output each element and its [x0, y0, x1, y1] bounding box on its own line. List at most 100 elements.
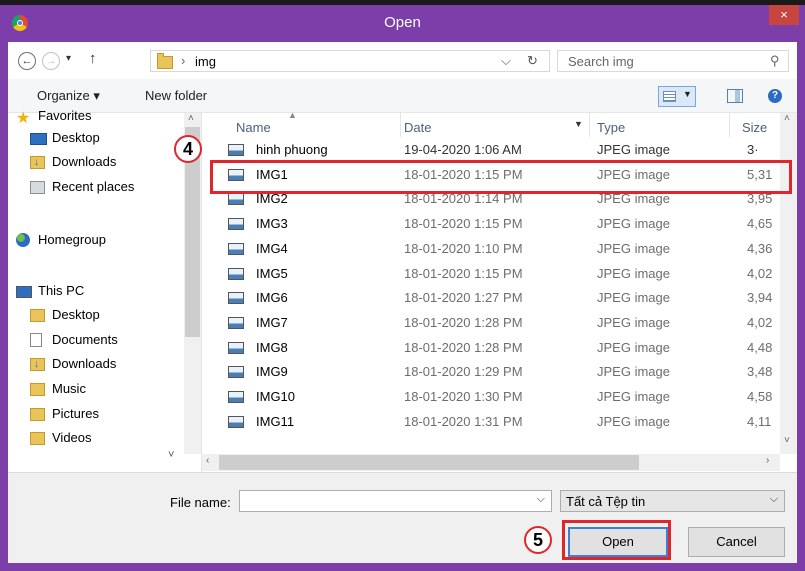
recent-places-icon — [30, 180, 45, 200]
image-file-icon — [228, 366, 244, 379]
homegroup-icon — [16, 233, 30, 253]
file-size: 4,02 — [747, 265, 773, 281]
file-type: JPEG image — [597, 339, 670, 355]
file-size: 4,11 — [747, 413, 772, 429]
search-box[interactable]: Search img ⚲ — [557, 50, 789, 72]
file-size: 4,65 — [747, 216, 773, 232]
sidebar-item-label: Videos — [52, 430, 92, 445]
sort-up-icon: ▲ — [288, 110, 297, 120]
sidebar-item-label: Downloads — [52, 356, 117, 371]
table-row[interactable]: IMG11 18-01-2020 1:31 PM JPEG image 4,11 — [202, 409, 780, 434]
file-size: 4,02 — [747, 314, 773, 330]
up-button[interactable]: ↑ — [89, 50, 97, 67]
file-type: JPEG image — [597, 265, 670, 281]
image-file-icon — [228, 316, 244, 329]
address-dropdown-icon[interactable]: ⌵ — [501, 53, 511, 69]
downloads-icon: ↓ — [30, 357, 45, 377]
file-type: JPEG image — [597, 389, 670, 404]
image-file-icon — [228, 193, 244, 206]
column-size[interactable]: Size — [742, 120, 767, 135]
chevron-down-icon: ▼ — [683, 89, 692, 99]
file-date: 18-01-2020 1:28 PM — [404, 339, 523, 355]
file-type-filter[interactable]: Tất cả Tệp tin ⌵ — [560, 490, 785, 512]
table-row[interactable]: IMG9 18-01-2020 1:29 PM JPEG image 3,48 — [202, 359, 780, 384]
file-list-horizontal-scrollbar[interactable]: ‹ › — [202, 454, 780, 471]
forward-button[interactable]: → — [42, 52, 60, 70]
file-size: 4,48 — [747, 339, 773, 355]
column-date[interactable]: Date — [404, 120, 431, 135]
path-folder-img[interactable]: img — [195, 54, 216, 69]
chevron-down-icon[interactable]: ⌵ — [537, 493, 545, 506]
table-row[interactable]: IMG7 18-01-2020 1:28 PM JPEG image 4,02 — [202, 310, 780, 335]
file-type: JPEG image — [597, 290, 670, 306]
pictures-icon — [30, 407, 45, 427]
file-type: JPEG image — [597, 314, 670, 330]
image-file-icon — [228, 144, 244, 156]
bottom-panel: File name: ⌵ Tất cả Tệp tin ⌵ Open Cance… — [8, 472, 797, 563]
window-title: Open — [384, 14, 421, 31]
table-row[interactable]: IMG5 18-01-2020 1:15 PM JPEG image 4,02 — [202, 261, 780, 286]
file-date: 18-01-2020 1:30 PM — [404, 389, 523, 404]
file-name: IMG8 — [256, 339, 288, 355]
open-dialog: Open × ← → ▾ ↑ › img ⌵ ↻ Search img ⚲ Or… — [0, 5, 805, 571]
table-row[interactable]: IMG8 18-01-2020 1:28 PM JPEG image 4,48 — [202, 335, 780, 360]
file-name: hinh phuong — [256, 142, 328, 157]
recent-locations-button[interactable]: ▾ — [66, 53, 71, 64]
image-file-icon — [228, 391, 244, 403]
organize-menu[interactable]: Organize ▾ — [37, 88, 100, 104]
folder-icon — [157, 53, 173, 69]
table-row[interactable]: hinh phuong 19-04-2020 1:06 AM JPEG image 3… — [202, 137, 780, 162]
scrollbar-thumb[interactable] — [219, 455, 639, 470]
address-row: ← → ▾ ↑ › img ⌵ ↻ Search img ⚲ — [8, 42, 797, 79]
file-name: IMG6 — [256, 290, 288, 306]
step-4-badge: 4 — [174, 135, 202, 163]
view-options-button[interactable]: ▼ — [658, 86, 696, 107]
file-name-label: File name: — [170, 495, 231, 510]
table-row[interactable]: IMG6 18-01-2020 1:27 PM JPEG image 3,94 — [202, 285, 780, 310]
column-type[interactable]: Type — [597, 120, 625, 135]
file-name: IMG3 — [256, 216, 288, 232]
image-file-icon — [228, 267, 244, 280]
chevron-down-icon[interactable]: ˅ — [168, 449, 174, 461]
column-name[interactable]: Name — [236, 120, 271, 135]
star-icon: ★ — [16, 110, 31, 127]
column-filter-icon[interactable]: ▼ — [574, 119, 583, 129]
path-separator: › — [181, 53, 186, 68]
sidebar-item-label: Recent places — [52, 179, 135, 194]
file-date: 18-01-2020 1:29 PM — [404, 364, 523, 380]
cancel-button[interactable]: Cancel — [688, 527, 785, 557]
address-bar[interactable]: › img ⌵ ↻ — [150, 50, 550, 72]
refresh-icon[interactable]: ↻ — [527, 53, 538, 69]
sidebar-item-label: This PC — [38, 283, 85, 298]
search-input[interactable]: Search img — [568, 54, 634, 69]
highlight-open-button — [562, 520, 671, 560]
music-icon — [30, 382, 45, 402]
file-name: IMG11 — [256, 413, 295, 429]
navigation-scrollbar[interactable]: ˄ — [184, 113, 201, 454]
sidebar-item-label: Pictures — [52, 406, 99, 421]
table-row[interactable]: IMG3 18-01-2020 1:15 PM JPEG image 4,65 — [202, 211, 780, 236]
new-folder-button[interactable]: New folder — [145, 88, 207, 103]
preview-pane-icon[interactable] — [727, 89, 743, 103]
file-name: IMG9 — [256, 364, 288, 380]
file-date: 18-01-2020 1:27 PM — [404, 290, 523, 306]
videos-icon — [30, 431, 45, 451]
table-row[interactable]: IMG10 18-01-2020 1:30 PM JPEG image 4,58 — [202, 384, 780, 409]
folder-icon — [30, 308, 45, 328]
step-5-badge: 5 — [524, 526, 552, 554]
file-date: 19-04-2020 1:06 AM — [404, 142, 522, 157]
sidebar-item-label: Favorites — [38, 108, 92, 123]
title-bar[interactable]: Open × — [0, 5, 805, 42]
image-file-icon — [228, 341, 244, 354]
search-icon[interactable]: ⚲ — [770, 53, 780, 69]
help-icon[interactable]: ? — [768, 89, 782, 103]
back-button[interactable]: ← — [18, 52, 36, 70]
file-size: 3,48 — [747, 364, 773, 380]
table-row[interactable]: IMG4 18-01-2020 1:10 PM JPEG image 4,36 — [202, 236, 780, 261]
file-type: JPEG image — [597, 142, 670, 157]
file-name-field[interactable]: ⌵ — [239, 490, 552, 512]
file-type: JPEG image — [597, 216, 670, 232]
highlight-selected-file — [210, 160, 792, 194]
file-type: JPEG image — [597, 240, 670, 256]
close-button[interactable]: × — [769, 5, 799, 25]
